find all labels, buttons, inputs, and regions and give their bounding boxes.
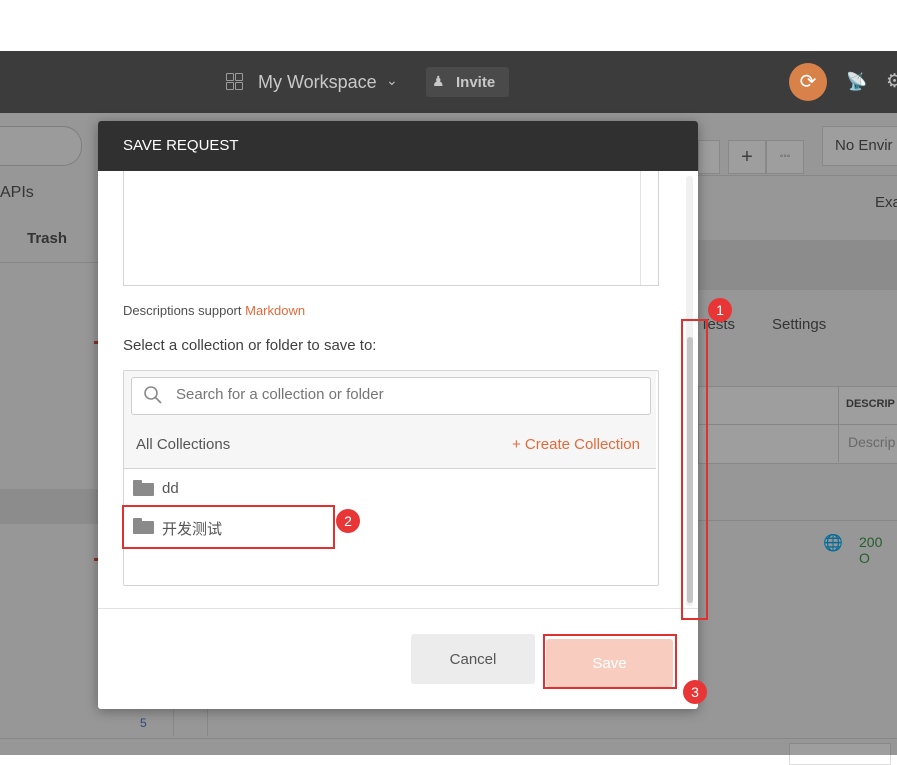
add-person-icon: ♟	[432, 73, 445, 89]
select-collection-label: Select a collection or folder to save to…	[123, 337, 377, 354]
annotation-badge: 2	[336, 509, 360, 533]
collection-search-input[interactable]	[176, 386, 636, 403]
markdown-link[interactable]: Markdown	[245, 303, 305, 318]
annotation-badge: 3	[683, 680, 707, 704]
folder-icon	[133, 480, 154, 496]
collection-label: dd	[162, 480, 179, 497]
all-collections-label: All Collections	[136, 436, 231, 453]
cancel-button[interactable]: Cancel	[411, 634, 535, 684]
annotation-badge: 1	[708, 298, 732, 322]
dialog-title: SAVE REQUEST	[123, 137, 239, 154]
annotation-box-folder	[122, 505, 335, 549]
annotation-box-save	[543, 634, 677, 689]
workspace-switcher[interactable]: My Workspace	[258, 72, 377, 93]
satellite-icon[interactable]: 📡	[846, 72, 867, 92]
save-request-dialog: SAVE REQUEST Descriptions support Markdo…	[98, 121, 698, 709]
chevron-down-icon[interactable]: ⌄	[386, 72, 398, 89]
collection-item[interactable]: dd	[124, 473, 656, 503]
markdown-hint-prefix: Descriptions support	[123, 303, 246, 318]
invite-label[interactable]: Invite	[456, 74, 495, 91]
create-collection-link[interactable]: + Create Collection	[512, 436, 640, 453]
gear-icon[interactable]: ⚙	[886, 70, 897, 93]
search-icon	[144, 386, 162, 404]
workspace-grid-icon[interactable]	[226, 73, 244, 91]
description-textarea[interactable]	[123, 171, 659, 286]
sync-icon[interactable]: ⟳	[789, 63, 827, 101]
dialog-footer-divider	[98, 608, 698, 609]
top-blank-area	[0, 0, 897, 51]
annotation-box-scrollbar	[681, 319, 708, 620]
textarea-scrollbar[interactable]	[640, 171, 641, 285]
markdown-hint: Descriptions support Markdown	[123, 303, 305, 318]
